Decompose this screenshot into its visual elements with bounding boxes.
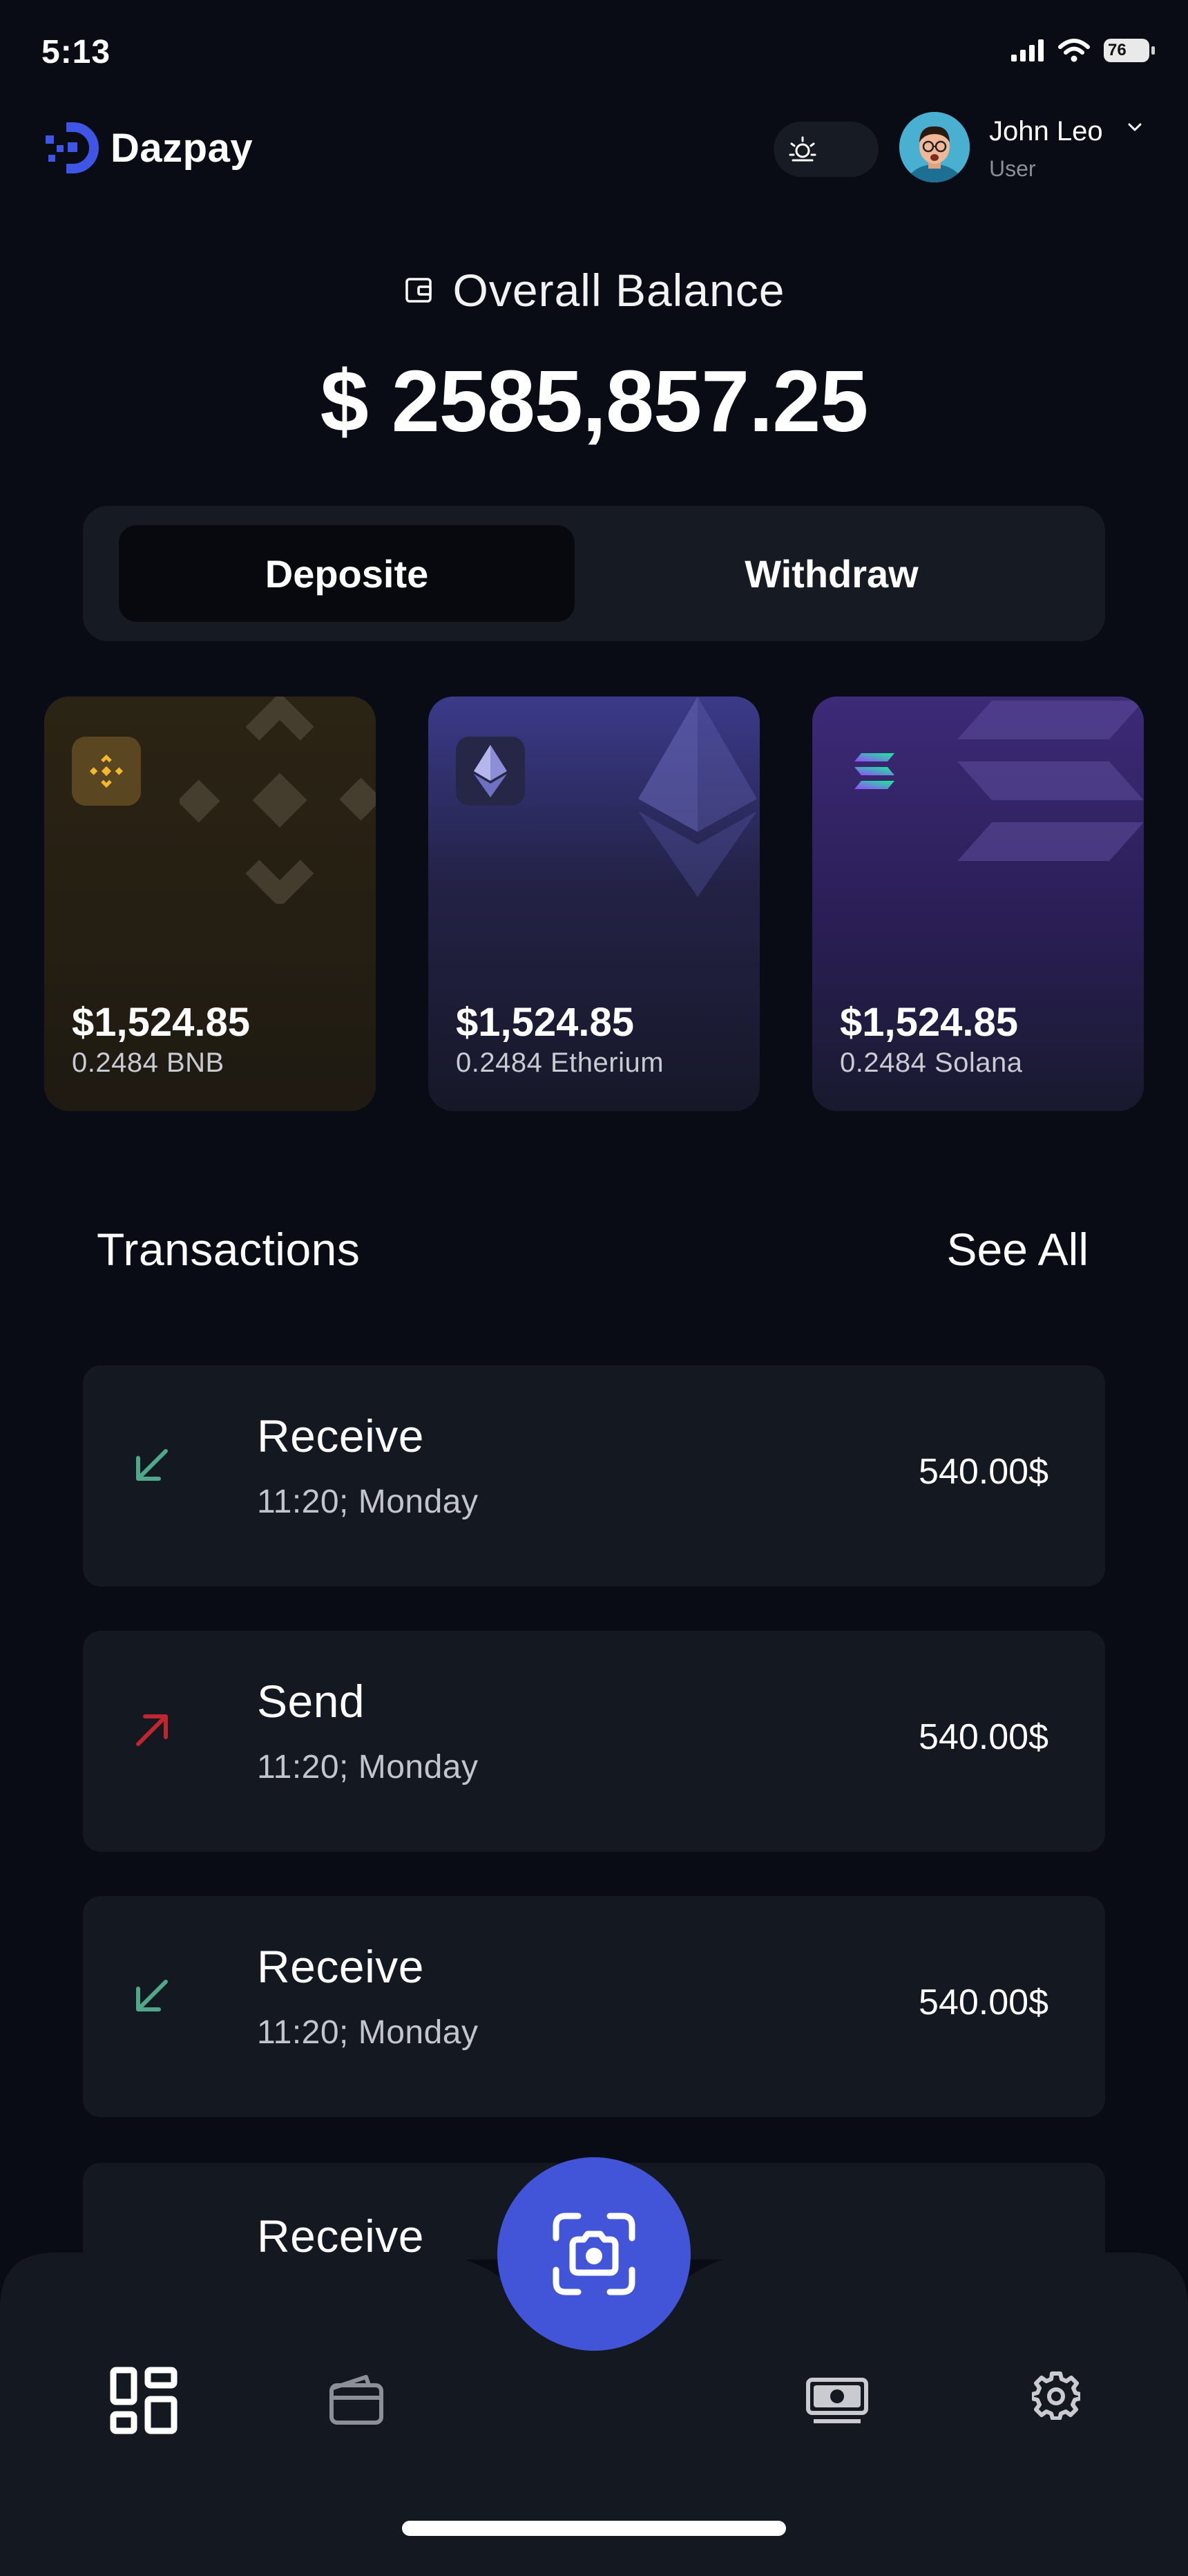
balance-header: Overall Balance bbox=[0, 264, 1188, 316]
bnb-watermark-icon bbox=[180, 697, 376, 904]
card-usd-value: $1,524.85 bbox=[72, 1000, 251, 1045]
dashboard-icon bbox=[110, 2367, 178, 2434]
card-usd-value: $1,524.85 bbox=[456, 1000, 635, 1045]
ethereum-badge bbox=[456, 737, 525, 806]
nav-dashboard[interactable] bbox=[109, 2366, 178, 2438]
cash-icon bbox=[806, 2378, 868, 2423]
transaction-row[interactable]: Receive 11:20; Monday 540.00$ bbox=[83, 1896, 1105, 2117]
card-coin-amount: 0.2484 Etherium bbox=[456, 1048, 664, 1078]
arrow-down-left-icon bbox=[136, 1449, 168, 1481]
scan-button[interactable] bbox=[497, 2157, 691, 2351]
nav-settings[interactable] bbox=[1030, 2371, 1082, 2423]
avatar[interactable] bbox=[899, 112, 970, 182]
solana-watermark-icon bbox=[957, 701, 1144, 861]
transaction-amount: 540.00$ bbox=[919, 1452, 1048, 1492]
deposit-tab[interactable]: Deposite bbox=[119, 551, 575, 596]
balance-amount: $ 2585,857.25 bbox=[320, 352, 869, 450]
camera-icon bbox=[553, 2213, 635, 2295]
solana-badge bbox=[840, 737, 909, 806]
status-time: 5:13 bbox=[41, 34, 111, 70]
signal-icon bbox=[1011, 39, 1044, 61]
bnb-badge bbox=[72, 737, 141, 806]
home-indicator bbox=[402, 2521, 786, 2536]
transaction-time: 11:20; Monday bbox=[257, 1749, 479, 1786]
coin-card-solana[interactable]: $1,524.85 0.2484 Solana bbox=[812, 697, 1144, 1111]
app-logo[interactable]: Dazpay bbox=[43, 122, 253, 174]
settings-icon bbox=[1030, 2371, 1082, 2421]
transaction-type: Send bbox=[257, 1676, 365, 1727]
transaction-time: 11:20; Monday bbox=[257, 2014, 479, 2051]
transaction-row[interactable]: Send 11:20; Monday 540.00$ bbox=[83, 1631, 1105, 1852]
card-usd-value: $1,524.85 bbox=[840, 1000, 1019, 1045]
withdraw-tab[interactable]: Withdraw bbox=[604, 551, 1060, 596]
solana-icon bbox=[854, 753, 894, 789]
arrow-up-right-icon bbox=[136, 1714, 168, 1746]
transaction-time: 11:20; Monday bbox=[257, 1484, 479, 1520]
wifi-icon bbox=[1058, 39, 1090, 62]
user-name[interactable]: John Leo bbox=[989, 116, 1103, 147]
nav-cash[interactable] bbox=[805, 2374, 869, 2429]
nav-wallet[interactable] bbox=[327, 2373, 385, 2432]
arrow-down-left-icon bbox=[136, 1980, 168, 2011]
transaction-amount: 540.00$ bbox=[919, 1982, 1048, 2023]
ethereum-icon bbox=[474, 745, 507, 797]
card-coin-amount: 0.2484 BNB bbox=[72, 1048, 224, 1078]
sun-icon bbox=[789, 136, 816, 162]
avatar-image bbox=[899, 112, 970, 182]
transaction-row[interactable]: Receive 11:20; Monday 540.00$ bbox=[83, 1365, 1105, 1587]
wallet-icon bbox=[405, 278, 432, 303]
chevron-down-icon bbox=[1128, 123, 1142, 131]
bnb-icon bbox=[89, 754, 124, 788]
transaction-type: Receive bbox=[257, 1941, 424, 1992]
coin-card-ethereum[interactable]: $1,524.85 0.2484 Etherium bbox=[428, 697, 760, 1111]
battery-level: 76 bbox=[1108, 41, 1127, 59]
dazpay-logo-icon bbox=[46, 122, 99, 173]
see-all-link[interactable]: See All bbox=[947, 1223, 1089, 1276]
wallet-icon bbox=[329, 2375, 383, 2425]
status-icons: 76 bbox=[1011, 39, 1155, 62]
balance-label: Overall Balance bbox=[452, 265, 785, 316]
transaction-amount: 540.00$ bbox=[919, 1717, 1048, 1757]
battery-indicator: 76 bbox=[1104, 39, 1155, 62]
card-coin-amount: 0.2484 Solana bbox=[840, 1048, 1023, 1078]
transaction-type: Receive bbox=[257, 1410, 424, 1461]
user-role: User bbox=[989, 156, 1036, 181]
app-name: Dazpay bbox=[111, 125, 253, 171]
user-menu-dropdown[interactable] bbox=[1127, 122, 1142, 136]
ethereum-watermark-icon bbox=[638, 697, 757, 897]
transactions-title: Transactions bbox=[97, 1224, 361, 1275]
theme-toggle[interactable] bbox=[774, 122, 879, 177]
coin-card-bnb[interactable]: $1,524.85 0.2484 BNB bbox=[44, 697, 376, 1111]
